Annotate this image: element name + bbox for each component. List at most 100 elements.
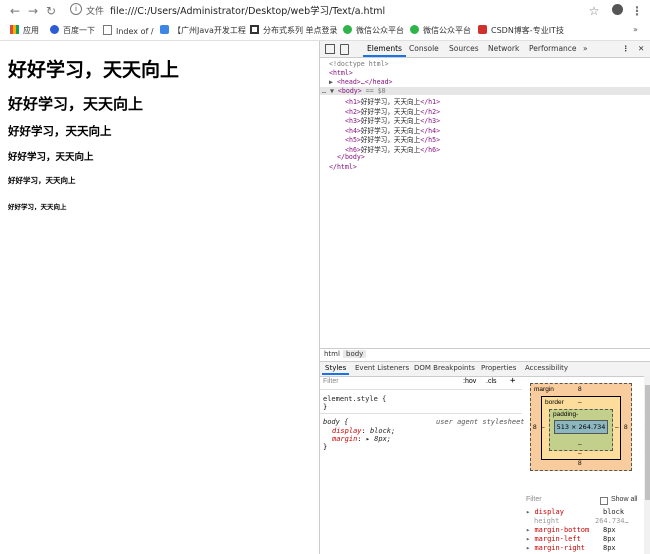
dom-head[interactable]: ▶ <head>…</head> bbox=[329, 78, 393, 86]
padding-box[interactable]: padding- – – – 513 × 264.734 bbox=[541, 409, 619, 451]
breadcrumb-html[interactable]: html bbox=[324, 350, 340, 358]
more-bookmarks-icon[interactable]: » bbox=[633, 25, 638, 34]
body-rule[interactable]: body { bbox=[323, 418, 348, 426]
dom-h6[interactable]: <h6>好好学习，天天向上</h6> bbox=[345, 144, 440, 154]
page-icon bbox=[103, 25, 112, 35]
scrollbar-thumb[interactable] bbox=[645, 385, 650, 500]
hand-icon bbox=[160, 25, 169, 34]
apps-icon bbox=[10, 25, 19, 34]
bookmark-item[interactable]: CSDN博客-专业IT技 bbox=[478, 25, 564, 36]
bookmark-item[interactable]: Index of / bbox=[103, 25, 154, 36]
inspect-icon[interactable] bbox=[325, 44, 335, 54]
computed-row[interactable]: ▸ margin-bottom 8px bbox=[526, 526, 616, 534]
tab-properties[interactable]: Properties bbox=[481, 364, 516, 372]
dom-h4[interactable]: <h4>好好学习，天天向上</h4> bbox=[345, 125, 440, 135]
cls-toggle[interactable]: .cls bbox=[486, 378, 497, 385]
margin-box[interactable]: margin 8 8 8 8 border – – padding- – – –… bbox=[530, 383, 632, 471]
css-property[interactable]: display: block; bbox=[332, 427, 395, 435]
more-tabs-icon[interactable]: » bbox=[583, 44, 588, 53]
bookmark-label: 百度一下 bbox=[63, 26, 95, 35]
computed-value: 8px bbox=[603, 544, 616, 552]
menu-icon[interactable]: ⋮ bbox=[630, 4, 644, 18]
new-rule-icon[interactable]: + bbox=[510, 376, 515, 386]
source-label: user agent stylesheet bbox=[436, 418, 525, 426]
margin-bottom-value: 8 bbox=[578, 460, 582, 467]
computed-filter-input[interactable]: Filter bbox=[526, 496, 542, 503]
expand-triangle-icon[interactable]: ▶ bbox=[329, 78, 337, 86]
computed-row[interactable]: ▸ margin-left 8px bbox=[526, 535, 616, 543]
divider bbox=[320, 413, 522, 414]
url-text[interactable]: file:///C:/Users/Administrator/Desktop/w… bbox=[110, 3, 385, 17]
css-property[interactable]: margin: ▸ 8px; bbox=[332, 435, 391, 443]
devtools-tabbar: Elements Console Sources Network Perform… bbox=[320, 41, 650, 58]
bookmark-label: 应用 bbox=[23, 26, 39, 35]
address-bar[interactable]: i 文件 file:///C:/Users/Administrator/Desk… bbox=[70, 3, 580, 19]
tab-elements[interactable]: Elements bbox=[363, 44, 406, 57]
bookmark-item[interactable]: 【广州Java开发工程 bbox=[160, 25, 246, 36]
bookmark-item[interactable]: 微信公众平台 bbox=[343, 25, 404, 36]
bookmark-item[interactable]: 分布式系列 单点登录 bbox=[250, 25, 338, 36]
dom-h3[interactable]: <h3>好好学习，天天向上</h3> bbox=[345, 115, 440, 125]
hov-toggle[interactable]: :hov bbox=[463, 378, 476, 385]
reload-icon[interactable]: ↻ bbox=[44, 4, 58, 18]
margin-top-value: 8 bbox=[578, 386, 582, 393]
bookmark-item[interactable]: 应用 bbox=[10, 25, 39, 36]
tab-event-listeners[interactable]: Event Listeners bbox=[355, 364, 409, 372]
dom-h1[interactable]: <h1>好好学习，天天向上</h1> bbox=[345, 96, 440, 106]
border-top-value: – bbox=[578, 399, 582, 406]
back-icon[interactable]: ← bbox=[8, 4, 22, 18]
dom-body[interactable]: … ▼ <body> == $0 bbox=[320, 87, 650, 95]
computed-row[interactable]: ▸ margin-right 8px bbox=[526, 544, 616, 552]
computed-row[interactable]: height 264.734… bbox=[526, 517, 629, 525]
divider bbox=[320, 389, 522, 390]
bookmark-star-icon[interactable]: ☆ bbox=[587, 4, 601, 18]
doctype-text: <!doctype html> bbox=[329, 60, 389, 68]
collapse-triangle-icon[interactable]: ▼ bbox=[330, 87, 338, 95]
tab-console[interactable]: Console bbox=[409, 44, 439, 53]
tab-sources[interactable]: Sources bbox=[449, 44, 479, 53]
file-scheme-label: 文件 bbox=[86, 7, 105, 17]
ellipsis-icon: … bbox=[322, 87, 330, 95]
bookmark-item[interactable]: 百度一下 bbox=[50, 25, 95, 36]
element-style-rule[interactable]: element.style { bbox=[323, 395, 386, 403]
padding-label: padding- bbox=[553, 411, 579, 418]
tab-network[interactable]: Network bbox=[488, 44, 519, 53]
dom-doctype[interactable]: <!doctype html> bbox=[329, 60, 389, 68]
show-all-checkbox[interactable] bbox=[600, 497, 608, 505]
bookmark-label: CSDN博客-专业IT技 bbox=[491, 26, 564, 35]
styles-pane: Filter :hov .cls + element.style { } bod… bbox=[320, 376, 525, 554]
styles-filter-input[interactable]: Filter bbox=[323, 378, 339, 385]
head-tag: <head>…</head> bbox=[336, 78, 393, 86]
bookmark-label: Index of / bbox=[116, 27, 154, 36]
device-toolbar-icon[interactable] bbox=[340, 44, 349, 55]
dom-h2[interactable]: <h2>好好学习，天天向上</h2> bbox=[345, 106, 440, 116]
computed-value: 264.734… bbox=[595, 517, 629, 525]
rule-selector: element.style { bbox=[323, 395, 387, 403]
content-box[interactable]: 513 × 264.734 bbox=[554, 420, 608, 434]
account-icon[interactable] bbox=[612, 4, 623, 15]
close-devtools-icon[interactable]: ✕ bbox=[638, 44, 644, 53]
dom-html-close[interactable]: </html> bbox=[329, 163, 357, 171]
html-open-tag: <html> bbox=[329, 69, 353, 77]
tab-styles[interactable]: Styles bbox=[321, 364, 350, 375]
tab-dom-breakpoints[interactable]: DOM Breakpoints bbox=[414, 364, 475, 372]
colon: : bbox=[357, 435, 366, 443]
computed-prop: margin-right bbox=[534, 544, 586, 552]
border-box[interactable]: border – – padding- – – – 513 × 264.734 bbox=[541, 396, 621, 460]
devtools-menu-icon[interactable]: ⋮ bbox=[622, 44, 630, 53]
bookmark-item[interactable]: 微信公众平台 bbox=[410, 25, 471, 36]
breadcrumb-body[interactable]: body bbox=[343, 350, 367, 358]
tab-accessibility[interactable]: Accessibility bbox=[525, 364, 568, 372]
tab-performance[interactable]: Performance bbox=[529, 44, 577, 53]
dom-body-close[interactable]: </body> bbox=[337, 153, 365, 161]
baidu-icon bbox=[50, 25, 59, 34]
info-icon[interactable]: i bbox=[70, 3, 82, 15]
dom-html[interactable]: <html> bbox=[329, 69, 353, 77]
bookmark-label: 【广州Java开发工程 bbox=[173, 26, 246, 35]
forward-icon[interactable]: → bbox=[26, 4, 40, 18]
margin-label: margin bbox=[534, 386, 554, 393]
browser-toolbar: ← → ↻ i 文件 file:///C:/Users/Administrato… bbox=[0, 0, 650, 23]
dom-h5[interactable]: <h5>好好学习，天天向上</h5> bbox=[345, 134, 440, 144]
wechat-icon bbox=[343, 25, 352, 34]
computed-row[interactable]: ▸ display block bbox=[526, 508, 624, 516]
